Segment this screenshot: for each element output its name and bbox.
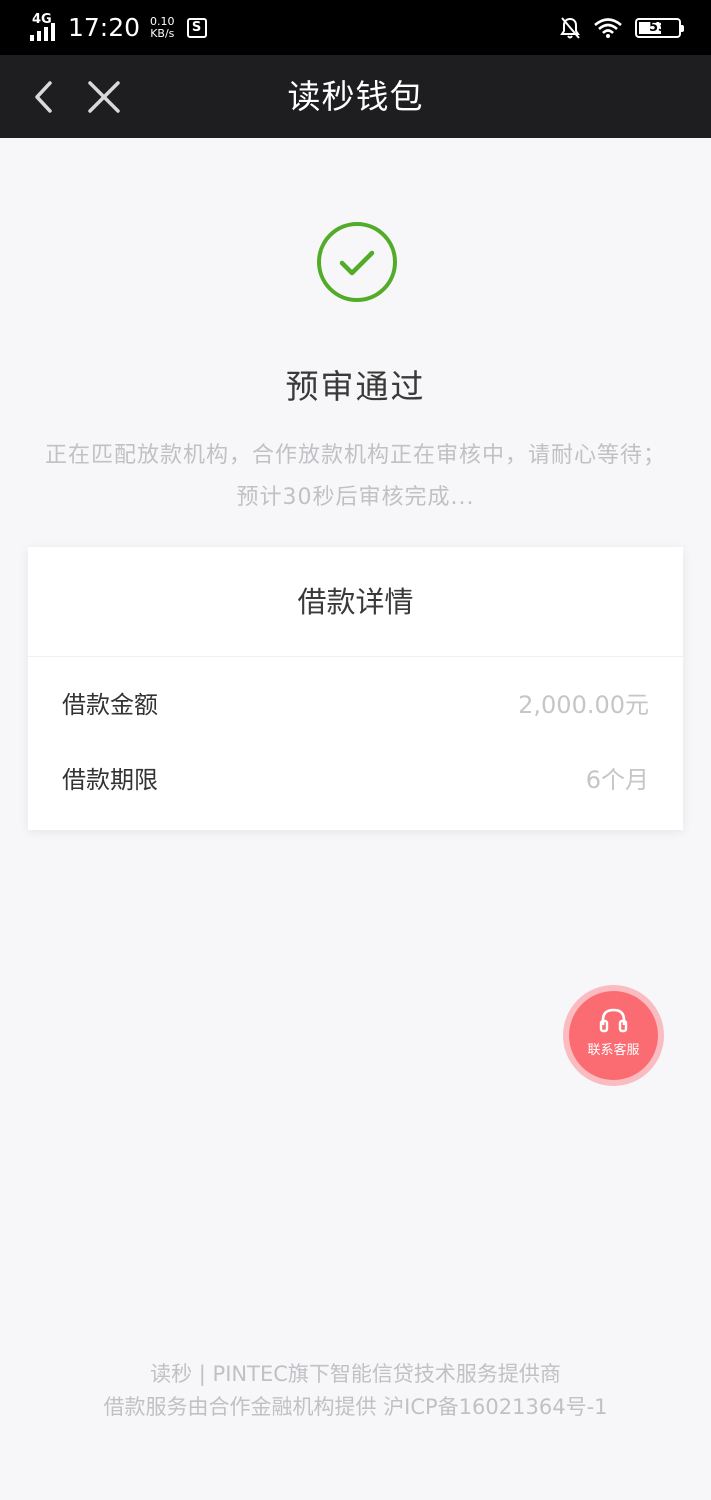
headset-icon [599,1008,628,1033]
contact-service-button[interactable]: 联系客服 [569,991,658,1080]
loan-amount-label: 借款金额 [62,691,158,719]
result-title: 预审通过 [285,367,426,406]
check-circle-icon [317,222,397,302]
network-speed-unit: KB/s [150,27,175,40]
battery-icon: 53 [635,18,684,38]
loan-term-row: 借款期限 6个月 [28,740,683,815]
loan-term-label: 借款期限 [62,766,158,794]
footer-line-2: 借款服务由合作金融机构提供 沪ICP备16021364号-1 [103,1395,608,1419]
status-bar: 4G 17:20 0.10 KB/s S 53 [0,0,711,55]
contact-service-content: 联系客服 [569,991,658,1080]
network-speed: 0.10 KB/s [150,16,175,40]
mute-bell-icon [560,17,580,39]
card-title: 借款详情 [28,547,683,657]
battery-level: 53 [648,20,668,35]
status-bar-left: 4G 17:20 0.10 KB/s S [30,10,207,46]
wifi-icon [594,18,622,38]
signal-icon: 4G [30,13,62,43]
page-title: 读秒钱包 [287,77,424,116]
sim-icon: S [186,18,207,38]
loan-amount-value: 2,000.00元 [518,691,649,719]
loan-term-value: 6个月 [585,766,649,794]
footer-line-1: 读秒 | PINTEC旗下智能信贷技术服务提供商 [150,1362,561,1386]
loan-amount-row: 借款金额 2,000.00元 [28,665,683,740]
footer: 读秒 | PINTEC旗下智能信贷技术服务提供商 借款服务由合作金融机构提供 沪… [0,1358,711,1424]
contact-service-label: 联系客服 [587,1043,640,1058]
loan-details-card: 借款详情 借款金额 2,000.00元 借款期限 6个月 [28,547,683,830]
status-time: 17:20 [68,13,141,42]
status-bar-right: 53 [559,10,684,46]
nav-bar: 读秒钱包 [0,55,711,138]
result-description: 正在匹配放款机构，合作放款机构正在审核中，请耐心等待；预计30秒后审核完成... [44,443,666,510]
